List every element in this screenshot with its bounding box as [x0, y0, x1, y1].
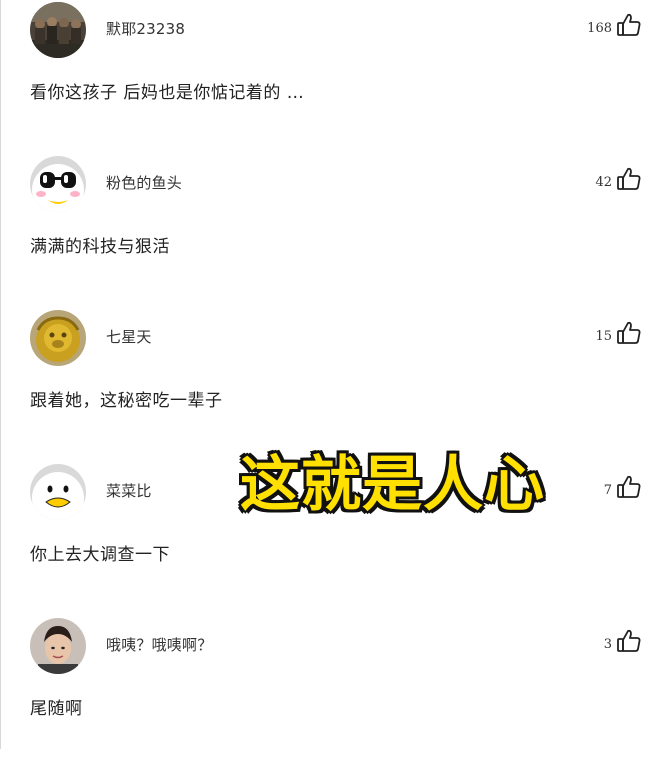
username[interactable]: 粉色的鱼头	[106, 172, 182, 193]
avatar-penguin-cartoon[interactable]	[30, 464, 86, 520]
like-count: 168	[587, 21, 612, 36]
avatar-golden-monkey-statue[interactable]	[30, 310, 86, 366]
like-count: 42	[595, 175, 612, 190]
comment-item: 默耶23238 168 看你这孩子 后妈也是你惦记着的 …	[0, 0, 660, 150]
username[interactable]: 默耶23238	[106, 18, 185, 39]
thumbs-up-icon[interactable]	[616, 628, 642, 654]
comment-text: 你上去大调查一下	[30, 545, 170, 565]
comment-text: 满满的科技与狠活	[30, 237, 170, 257]
comment-text: 跟着她，这秘密吃一辈子	[30, 391, 223, 411]
avatar-group-photo[interactable]	[30, 2, 86, 58]
comment-item: 七星天 15 跟着她，这秘密吃一辈子	[0, 308, 660, 458]
avatar-person-photo[interactable]	[30, 618, 86, 674]
username[interactable]: 菜菜比	[106, 480, 152, 501]
comment-item: 粉色的鱼头 42 满满的科技与狠活	[0, 154, 660, 304]
like-count: 3	[603, 637, 612, 652]
username[interactable]: 哦咦？哦咦啊？	[106, 634, 212, 655]
comment-text: 尾随啊	[30, 699, 83, 719]
thumbs-up-icon[interactable]	[616, 320, 642, 346]
like-count: 7	[603, 483, 612, 498]
overlay-caption: 这就是人心	[239, 449, 546, 522]
username[interactable]: 七星天	[106, 326, 152, 347]
comment-list-page: 默耶23238 168 看你这孩子 后妈也是你惦记着的 … 粉色的鱼头 42 满…	[0, 0, 660, 749]
thumbs-up-icon[interactable]	[616, 12, 642, 38]
like-count: 15	[595, 329, 612, 344]
thumbs-up-icon[interactable]	[616, 166, 642, 192]
thumbs-up-icon[interactable]	[616, 474, 642, 500]
comment-item: 哦咦？哦咦啊？ 3 尾随啊	[0, 616, 660, 766]
avatar-penguin-sunglasses[interactable]	[30, 156, 86, 212]
comment-text: 看你这孩子 后妈也是你惦记着的 …	[30, 83, 305, 103]
